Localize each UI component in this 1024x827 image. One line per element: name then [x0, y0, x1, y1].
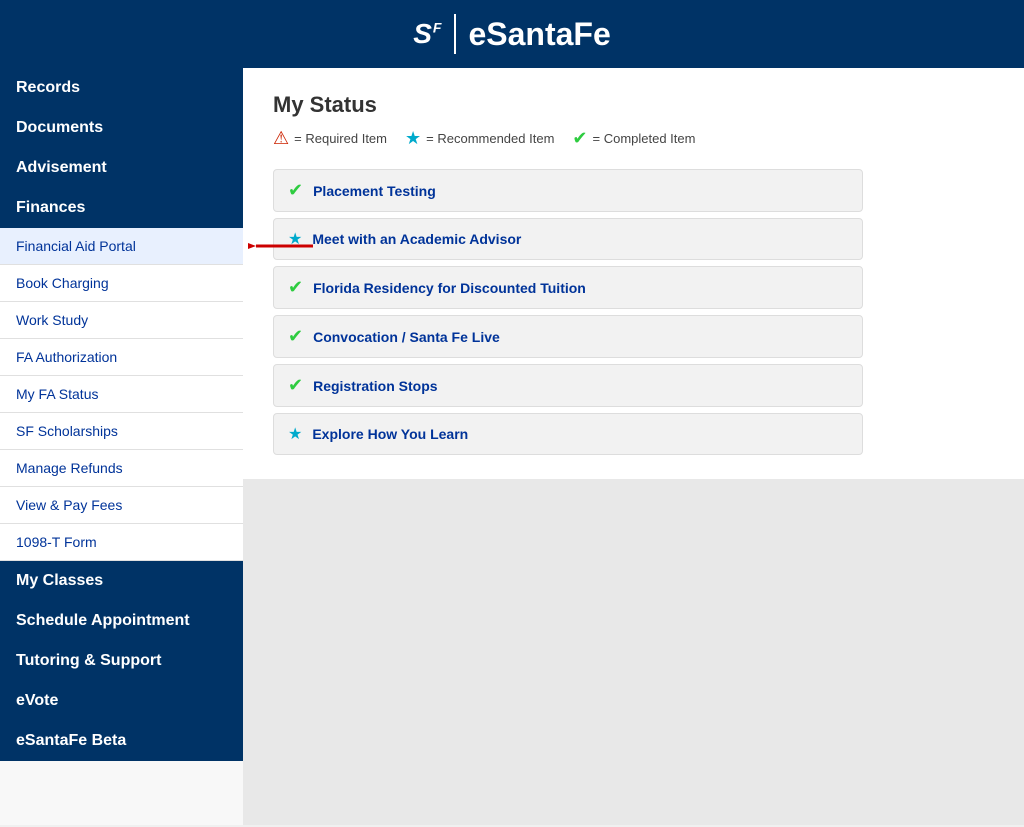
content-wrapper: My Status ⚠ = Required Item ★ = Recommen… — [243, 68, 1024, 825]
completed-icon: ✔ — [572, 128, 587, 149]
sidebar-item-evote[interactable]: eVote — [0, 681, 243, 721]
logo: SF — [413, 18, 442, 50]
sidebar-item-1098t[interactable]: 1098-T Form — [0, 524, 243, 561]
legend-completed: ✔ = Completed Item — [572, 128, 695, 149]
check-icon-4: ✔ — [288, 375, 303, 396]
completed-label: = Completed Item — [593, 131, 696, 146]
main-content: My Status ⚠ = Required Item ★ = Recommen… — [243, 68, 1024, 479]
status-row-placement-testing[interactable]: ✔ Placement Testing — [273, 169, 863, 212]
legend-required: ⚠ = Required Item — [273, 128, 387, 149]
status-text-placement-testing: Placement Testing — [313, 183, 436, 199]
status-text-explore-learning: Explore How You Learn — [312, 426, 468, 442]
required-label: = Required Item — [294, 131, 387, 146]
app-title: eSantaFe — [468, 16, 610, 53]
status-row-explore-learning[interactable]: ★ Explore How You Learn — [273, 413, 863, 455]
status-text-florida-residency: Florida Residency for Discounted Tuition — [313, 280, 586, 296]
logo-f: F — [433, 20, 443, 36]
arrow-icon — [248, 232, 318, 260]
sidebar-item-my-fa-status[interactable]: My FA Status — [0, 376, 243, 413]
sidebar-item-view-pay-fees[interactable]: View & Pay Fees — [0, 487, 243, 524]
sidebar-item-finances[interactable]: Finances — [0, 188, 243, 228]
financial-aid-portal-label: Financial Aid Portal — [16, 238, 136, 254]
sidebar-item-my-classes[interactable]: My Classes — [0, 561, 243, 601]
header-divider — [454, 14, 456, 54]
sidebar: Records Documents Advisement Finances Fi… — [0, 68, 243, 825]
status-text-convocation: Convocation / Santa Fe Live — [313, 329, 500, 345]
check-icon: ✔ — [288, 180, 303, 201]
sidebar-item-financial-aid-portal[interactable]: Financial Aid Portal — [0, 228, 243, 265]
status-list: ✔ Placement Testing ★ Meet with an Acade… — [273, 169, 863, 455]
sidebar-item-documents[interactable]: Documents — [0, 108, 243, 148]
status-row-florida-residency[interactable]: ✔ Florida Residency for Discounted Tuiti… — [273, 266, 863, 309]
sidebar-item-records[interactable]: Records — [0, 68, 243, 108]
status-legend: ⚠ = Required Item ★ = Recommended Item ✔… — [273, 128, 994, 149]
sidebar-item-work-study[interactable]: Work Study — [0, 302, 243, 339]
check-icon-3: ✔ — [288, 326, 303, 347]
status-row-convocation[interactable]: ✔ Convocation / Santa Fe Live — [273, 315, 863, 358]
app-header: SF eSantaFe — [0, 0, 1024, 68]
star-icon-2: ★ — [288, 424, 302, 444]
main-layout: Records Documents Advisement Finances Fi… — [0, 68, 1024, 825]
recommended-icon: ★ — [405, 128, 421, 149]
sidebar-item-book-charging[interactable]: Book Charging — [0, 265, 243, 302]
recommended-label: = Recommended Item — [426, 131, 554, 146]
sidebar-item-esantafe-beta[interactable]: eSantaFe Beta — [0, 721, 243, 761]
page-title: My Status — [273, 92, 994, 118]
sidebar-item-fa-authorization[interactable]: FA Authorization — [0, 339, 243, 376]
logo-s: S — [413, 18, 433, 49]
red-arrow-indicator — [248, 232, 318, 260]
bottom-gray-area — [243, 479, 1024, 825]
legend-recommended: ★ = Recommended Item — [405, 128, 554, 149]
sidebar-item-sf-scholarships[interactable]: SF Scholarships — [0, 413, 243, 450]
status-text-academic-advisor: Meet with an Academic Advisor — [312, 231, 521, 247]
sidebar-item-advisement[interactable]: Advisement — [0, 148, 243, 188]
sidebar-item-schedule-appointment[interactable]: Schedule Appointment — [0, 601, 243, 641]
sidebar-item-manage-refunds[interactable]: Manage Refunds — [0, 450, 243, 487]
status-text-registration-stops: Registration Stops — [313, 378, 437, 394]
status-row-registration-stops[interactable]: ✔ Registration Stops — [273, 364, 863, 407]
sidebar-item-tutoring-support[interactable]: Tutoring & Support — [0, 641, 243, 681]
required-icon: ⚠ — [273, 128, 289, 149]
check-icon-2: ✔ — [288, 277, 303, 298]
status-row-academic-advisor[interactable]: ★ Meet with an Academic Advisor — [273, 218, 863, 260]
